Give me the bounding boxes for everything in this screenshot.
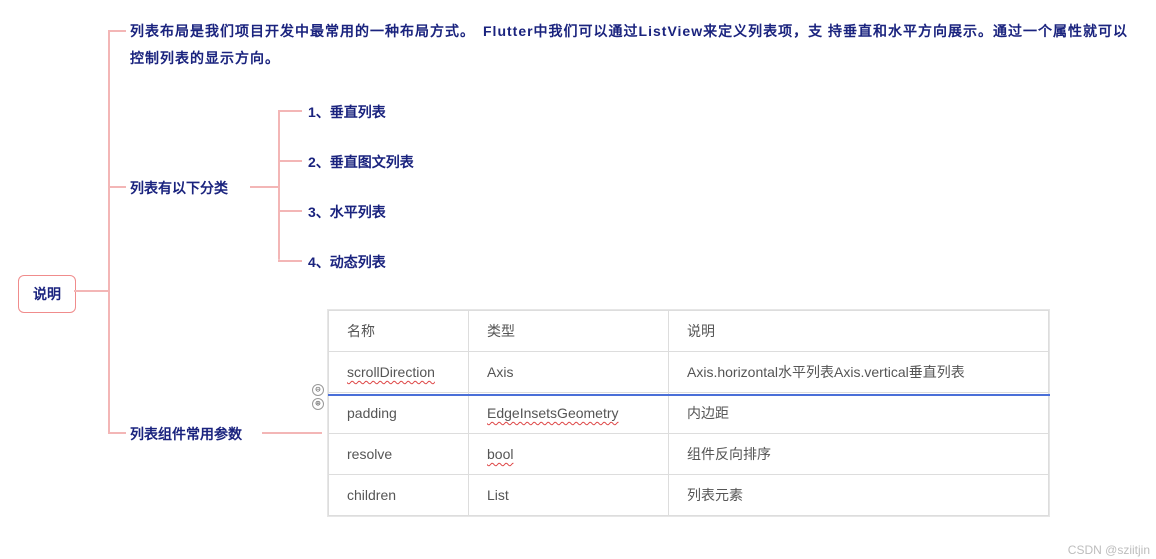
cell-type: Axis bbox=[469, 352, 669, 393]
table-row: children List 列表元素 bbox=[329, 475, 1049, 516]
connector bbox=[108, 30, 126, 32]
categories-node[interactable]: 列表有以下分类 bbox=[130, 178, 228, 198]
params-label-text: 列表组件常用参数 bbox=[130, 426, 242, 442]
plus-glyph: ⊕ bbox=[315, 399, 320, 409]
cell-name: children bbox=[329, 475, 469, 516]
connector bbox=[278, 260, 302, 262]
cell-name: scrollDirection bbox=[347, 364, 435, 380]
cell-desc: 组件反向排序 bbox=[669, 434, 1049, 475]
collapse-icon[interactable]: ⊖ bbox=[312, 384, 324, 396]
connector bbox=[278, 210, 302, 212]
connector bbox=[108, 30, 110, 434]
category-item-label: 4、动态列表 bbox=[308, 254, 386, 270]
category-item[interactable]: 2、垂直图文列表 bbox=[308, 152, 414, 172]
category-item-label: 2、垂直图文列表 bbox=[308, 154, 414, 170]
cell-name: padding bbox=[329, 393, 469, 434]
watermark: CSDN @sziitjin bbox=[1068, 543, 1150, 557]
table-header-name: 名称 bbox=[329, 311, 469, 352]
connector bbox=[108, 186, 126, 188]
category-item[interactable]: 3、水平列表 bbox=[308, 202, 386, 222]
description-text: 列表布局是我们项目开发中最常用的一种布局方式。 Flutter中我们可以通过Li… bbox=[130, 23, 1128, 66]
table-header-desc: 说明 bbox=[669, 311, 1049, 352]
params-table: 名称 类型 说明 scrollDirection Axis Axis.horiz… bbox=[328, 310, 1049, 516]
cell-desc: 内边距 bbox=[669, 393, 1049, 434]
category-item[interactable]: 1、垂直列表 bbox=[308, 102, 386, 122]
params-node[interactable]: 列表组件常用参数 bbox=[130, 424, 242, 444]
connector bbox=[278, 110, 302, 112]
connector bbox=[262, 432, 322, 434]
table-header-type: 类型 bbox=[469, 311, 669, 352]
connector bbox=[278, 110, 280, 260]
category-item-label: 3、水平列表 bbox=[308, 204, 386, 220]
cell-type: EdgeInsetsGeometry bbox=[487, 405, 619, 421]
mindmap-root-node[interactable]: 说明 bbox=[18, 275, 76, 313]
cell-type: List bbox=[469, 475, 669, 516]
cell-type: bool bbox=[487, 446, 513, 462]
cell-name: resolve bbox=[329, 434, 469, 475]
connector bbox=[250, 186, 280, 188]
minus-glyph: ⊖ bbox=[315, 385, 320, 395]
description-node[interactable]: 列表布局是我们项目开发中最常用的一种布局方式。 Flutter中我们可以通过Li… bbox=[130, 18, 1130, 71]
connector bbox=[74, 290, 110, 292]
table-row: scrollDirection Axis Axis.horizontal水平列表… bbox=[329, 352, 1049, 393]
table-row: padding EdgeInsetsGeometry 内边距 bbox=[329, 393, 1049, 434]
selection-line bbox=[328, 394, 1050, 396]
category-item-label: 1、垂直列表 bbox=[308, 104, 386, 120]
cell-desc: 列表元素 bbox=[669, 475, 1049, 516]
category-item[interactable]: 4、动态列表 bbox=[308, 252, 386, 272]
connector bbox=[108, 432, 126, 434]
root-label: 说明 bbox=[33, 286, 61, 302]
categories-label: 列表有以下分类 bbox=[130, 180, 228, 196]
cell-desc: Axis.horizontal水平列表Axis.vertical垂直列表 bbox=[669, 352, 1049, 393]
table-row: resolve bool 组件反向排序 bbox=[329, 434, 1049, 475]
expand-icon[interactable]: ⊕ bbox=[312, 398, 324, 410]
table-header-row: 名称 类型 说明 bbox=[329, 311, 1049, 352]
connector bbox=[278, 160, 302, 162]
